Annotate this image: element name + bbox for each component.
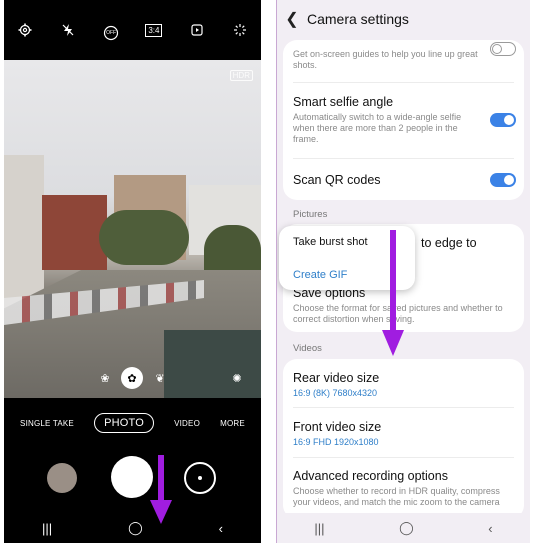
flash-off-icon[interactable] [55,17,81,43]
building-red [42,195,107,270]
hdr-badge: HDR [229,70,253,81]
settings-screen: ❮ Camera settings Get on-screen guides t… [276,0,530,543]
advanced-recording-row[interactable]: Advanced recording options Choose whethe… [293,469,516,508]
mode-selector: SINGLE TAKE PHOTO VIDEO MORE [4,410,261,436]
back-arrow-icon[interactable]: ❮ [277,9,307,29]
pictures-section-label: Pictures [293,209,328,220]
wide-lens-icon[interactable]: ✿ [121,367,143,389]
scene-optimizer-icon[interactable]: ✺ [226,367,248,389]
home-icon[interactable]: ◯ [128,520,143,536]
settings-header: ❮ Camera settings [277,0,530,38]
front-video-title: Front video size [293,420,382,434]
videos-card: Rear video size 16:9 (8K) 7680x4320 Fron… [283,359,524,519]
settings-nav-bar: ||| ◯ ‹ [277,513,530,543]
camera-top-toolbar: OFF 3:4 [4,0,261,60]
mode-single-take[interactable]: SINGLE TAKE [20,419,74,428]
swipe-shutter-title-tail: to edge to [421,236,477,250]
mode-photo[interactable]: PHOTO [94,413,154,433]
back-nav-icon[interactable]: ‹ [219,521,223,536]
rear-video-row[interactable]: Rear video size 16:9 (8K) 7680x4320 [293,371,516,398]
general-settings-card: Get on-screen guides to help you line up… [283,40,524,200]
gallery-thumbnail[interactable] [47,463,77,493]
save-options-row[interactable]: Save options Choose the format for saved… [293,286,516,325]
aspect-ratio-icon[interactable]: 3:4 [141,17,167,43]
ratio-label: 3:4 [145,23,163,37]
recents-icon[interactable]: ||| [42,521,52,536]
back-nav-icon[interactable]: ‹ [488,521,492,536]
home-icon[interactable]: ◯ [399,520,414,536]
shot-suggestions-row[interactable]: Get on-screen guides to help you line up… [293,42,516,71]
recents-icon[interactable]: ||| [314,521,324,536]
smart-selfie-desc: Automatically switch to a wide-angle sel… [293,112,462,144]
tree-cluster [99,210,189,265]
scan-qr-toggle[interactable] [490,173,516,187]
advanced-recording-title: Advanced recording options [293,469,448,483]
shot-suggestions-desc: Get on-screen guides to help you line up… [293,49,478,70]
settings-icon[interactable] [12,17,38,43]
popup-option-gif[interactable]: Create GIF [293,269,347,281]
mode-video[interactable]: VIDEO [174,419,200,428]
timer-off-icon[interactable]: OFF [98,17,124,43]
videos-section-label: Videos [293,343,322,354]
mode-more[interactable]: MORE [220,419,245,428]
lens-selector: ❀ ✿ ❦ ✺ [4,363,261,393]
camera-nav-bar: ||| ◯ ‹ [4,513,261,543]
switch-camera-button[interactable] [184,462,216,494]
sparkle-filter-icon[interactable] [227,17,253,43]
motion-photo-icon[interactable] [184,17,210,43]
rear-video-value: 16:9 (8K) 7680x4320 [293,388,378,398]
popup-option-burst[interactable]: Take burst shot [293,236,368,248]
ultrawide-lens-icon[interactable]: ❀ [94,367,116,389]
shot-suggestions-toggle[interactable] [490,42,516,56]
scan-qr-row[interactable]: Scan QR codes [293,173,516,187]
smart-selfie-toggle[interactable] [490,113,516,127]
smart-selfie-row[interactable]: Smart selfie angle Automatically switch … [293,95,516,145]
swipe-shutter-row[interactable]: to edge to [421,236,516,250]
tele-lens-icon[interactable]: ❦ [149,367,171,389]
camera-screen: OFF 3:4 HDR ❀ ✿ ❦ ✺ SINGLE TAKE PHOTO VI… [4,0,261,543]
camera-viewfinder[interactable]: HDR ❀ ✿ ❦ ✺ [4,60,261,398]
rear-video-title: Rear video size [293,371,380,385]
advanced-recording-desc: Choose whether to record in HDR quality,… [293,486,500,507]
page-title: Camera settings [307,11,409,27]
front-video-value: 16:9 FHD 1920x1080 [293,437,379,447]
shutter-button[interactable] [111,456,153,498]
front-video-row[interactable]: Front video size 16:9 FHD 1920x1080 [293,420,516,447]
smart-selfie-title: Smart selfie angle [293,95,394,109]
save-options-desc: Choose the format for saved pictures and… [293,303,503,324]
scan-qr-title: Scan QR codes [293,173,381,187]
timer-label: OFF [106,29,117,36]
